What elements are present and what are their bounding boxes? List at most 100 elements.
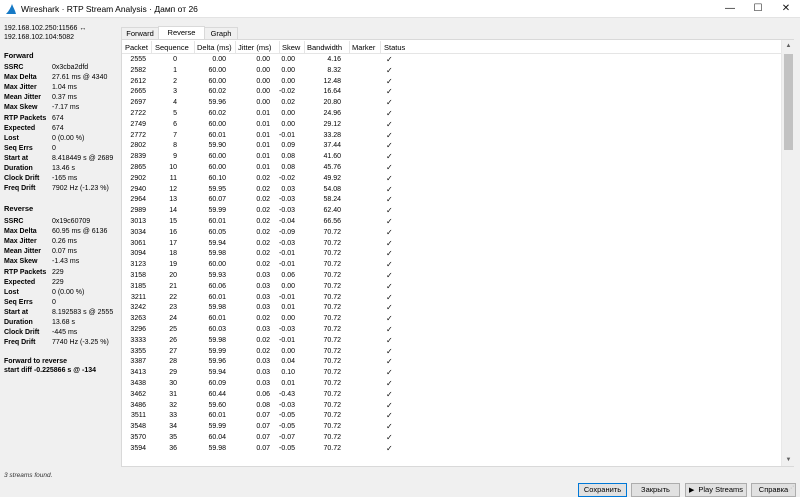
stat-row: Max Delta 60.95 ms @ 6136 bbox=[4, 228, 126, 238]
table-row[interactable]: 3158 20 59.93 0.03 0.06 70.72 ✓ bbox=[122, 271, 781, 282]
stat-label: Freq Drift bbox=[4, 339, 36, 347]
table-row[interactable]: 2582 1 60.00 0.00 0.00 8.32 ✓ bbox=[122, 66, 781, 77]
scroll-down-arrow-icon[interactable]: ▼ bbox=[782, 454, 795, 466]
cell-packet: 2940 bbox=[130, 185, 146, 193]
table-row[interactable]: 2697 4 59.96 0.00 0.02 20.80 ✓ bbox=[122, 98, 781, 109]
table-row[interactable]: 3263 24 60.01 0.02 0.00 70.72 ✓ bbox=[122, 314, 781, 325]
cell-bandwidth: 70.72 bbox=[323, 358, 341, 366]
cell-packet: 3296 bbox=[130, 326, 146, 333]
stat-row: Seq Errs 0 bbox=[4, 299, 126, 309]
table-row[interactable]: 3061 17 59.94 0.02 -0.03 70.72 ✓ bbox=[122, 239, 781, 250]
cell-sequence: 32 bbox=[169, 401, 177, 409]
scroll-thumb[interactable] bbox=[784, 54, 793, 150]
col-delta[interactable]: Delta (ms) bbox=[197, 43, 232, 52]
cell-skew: 0.08 bbox=[281, 153, 295, 161]
table-row[interactable]: 3123 19 60.00 0.02 -0.01 70.72 ✓ bbox=[122, 260, 781, 271]
close-window-button[interactable]: ✕ bbox=[772, 0, 800, 18]
col-marker[interactable]: Marker bbox=[352, 43, 375, 52]
table-row[interactable]: 2902 11 60.10 0.02 -0.02 49.92 ✓ bbox=[122, 174, 781, 185]
status-ok-icon: ✓ bbox=[386, 389, 393, 399]
stat-label: SSRC bbox=[4, 218, 24, 225]
table-row[interactable]: 3034 16 60.05 0.02 -0.09 70.72 ✓ bbox=[122, 228, 781, 239]
cell-jitter: 0.07 bbox=[256, 444, 270, 452]
table-row[interactable]: 3570 35 60.04 0.07 -0.07 70.72 ✓ bbox=[122, 433, 781, 444]
table-row[interactable]: 3548 34 59.99 0.07 -0.05 70.72 ✓ bbox=[122, 422, 781, 433]
col-sequence[interactable]: Sequence bbox=[155, 43, 189, 52]
cell-packet: 2722 bbox=[130, 110, 146, 117]
table-row[interactable]: 3185 21 60.06 0.03 0.00 70.72 ✓ bbox=[122, 282, 781, 293]
maximize-button[interactable]: ☐ bbox=[744, 0, 772, 18]
cell-jitter: 0.02 bbox=[256, 261, 270, 269]
status-ok-icon: ✓ bbox=[386, 227, 393, 237]
cell-sequence: 27 bbox=[169, 347, 177, 355]
cell-sequence: 16 bbox=[169, 228, 177, 236]
table-row[interactable]: 3333 26 59.98 0.02 -0.01 70.72 ✓ bbox=[122, 336, 781, 347]
cell-delta: 59.90 bbox=[208, 142, 226, 150]
stat-row: Max Jitter 1.04 ms bbox=[4, 84, 126, 94]
table-row[interactable]: 3242 23 59.98 0.03 0.01 70.72 ✓ bbox=[122, 303, 781, 314]
table-row[interactable]: 3511 33 60.01 0.07 -0.05 70.72 ✓ bbox=[122, 411, 781, 422]
stat-row: RTP Packets 674 bbox=[4, 115, 126, 125]
table-row[interactable]: 2802 8 59.90 0.01 0.09 37.44 ✓ bbox=[122, 141, 781, 152]
status-ok-icon: ✓ bbox=[386, 271, 393, 280]
table-row[interactable]: 2722 5 60.02 0.01 0.00 24.96 ✓ bbox=[122, 109, 781, 120]
play-streams-button[interactable]: ▶ Play Streams bbox=[685, 483, 747, 497]
vertical-scrollbar[interactable]: ▲ ▼ bbox=[781, 40, 794, 466]
save-button[interactable]: Сохранить bbox=[578, 483, 627, 497]
cell-sequence: 12 bbox=[169, 185, 177, 193]
table-row[interactable]: 2865 10 60.00 0.01 0.08 45.76 ✓ bbox=[122, 163, 781, 174]
table-row[interactable]: 2940 12 59.95 0.02 0.03 54.08 ✓ bbox=[122, 185, 781, 196]
close-button[interactable]: Закрыть bbox=[631, 483, 680, 497]
table-row[interactable]: 3387 28 59.96 0.03 0.04 70.72 ✓ bbox=[122, 357, 781, 368]
stat-label: Duration bbox=[4, 165, 33, 172]
table-row[interactable]: 3094 18 59.98 0.02 -0.01 70.72 ✓ bbox=[122, 249, 781, 260]
col-skew[interactable]: Skew bbox=[282, 43, 300, 52]
table-row[interactable]: 2555 0 0.00 0.00 0.00 4.16 ✓ bbox=[122, 55, 781, 66]
cell-packet: 3263 bbox=[130, 315, 146, 323]
cell-packet: 2802 bbox=[130, 142, 146, 150]
table-row[interactable]: 2964 13 60.07 0.02 -0.03 58.24 ✓ bbox=[122, 195, 781, 206]
table-row[interactable]: 3462 31 60.44 0.06 -0.43 70.72 ✓ bbox=[122, 390, 781, 401]
table-row[interactable]: 2772 7 60.01 0.01 -0.01 33.28 ✓ bbox=[122, 131, 781, 142]
status-ok-icon: ✓ bbox=[386, 335, 393, 345]
col-jitter[interactable]: Jitter (ms) bbox=[238, 43, 271, 52]
cell-packet: 2865 bbox=[130, 164, 146, 171]
cell-packet: 3511 bbox=[130, 412, 146, 420]
table-row[interactable]: 2989 14 59.99 0.02 -0.03 62.40 ✓ bbox=[122, 206, 781, 217]
cell-skew: -0.04 bbox=[279, 218, 295, 225]
table-row[interactable]: 2612 2 60.00 0.00 0.00 12.48 ✓ bbox=[122, 77, 781, 88]
cell-jitter: 0.03 bbox=[256, 282, 270, 290]
table-row[interactable]: 3296 25 60.03 0.03 -0.03 70.72 ✓ bbox=[122, 325, 781, 336]
table-row[interactable]: 2839 9 60.00 0.01 0.08 41.60 ✓ bbox=[122, 152, 781, 163]
stat-label: Lost bbox=[4, 288, 19, 296]
table-row[interactable]: 3594 36 59.98 0.07 -0.05 70.72 ✓ bbox=[122, 444, 781, 455]
table-row[interactable]: 3355 27 59.99 0.02 0.00 70.72 ✓ bbox=[122, 347, 781, 358]
table-row[interactable]: 3013 15 60.01 0.02 -0.04 66.56 ✓ bbox=[122, 217, 781, 228]
cell-jitter: 0.03 bbox=[256, 326, 270, 333]
cell-packet: 3438 bbox=[130, 380, 146, 387]
cell-bandwidth: 66.56 bbox=[323, 218, 341, 225]
stat-row: SSRC 0x3cba2dfd bbox=[4, 64, 126, 74]
stat-row: RTP Packets 229 bbox=[4, 269, 126, 279]
status-ok-icon: ✓ bbox=[386, 379, 393, 388]
table-row[interactable]: 3438 30 60.09 0.03 0.01 70.72 ✓ bbox=[122, 379, 781, 390]
stat-label: Lost bbox=[4, 134, 19, 142]
cell-skew: -0.01 bbox=[279, 131, 295, 139]
table-row[interactable]: 3486 32 59.60 0.08 -0.03 70.72 ✓ bbox=[122, 401, 781, 412]
table-row[interactable]: 2665 3 60.02 0.00 -0.02 16.64 ✓ bbox=[122, 87, 781, 98]
resize-grip-icon[interactable]: ⋰ bbox=[788, 486, 798, 497]
col-packet[interactable]: Packet bbox=[125, 43, 148, 52]
col-bandwidth[interactable]: Bandwidth bbox=[307, 43, 342, 52]
cell-skew: -0.03 bbox=[279, 401, 295, 409]
cell-packet: 3548 bbox=[130, 423, 146, 431]
table-header: Packet Sequence Delta (ms) Jitter (ms) S… bbox=[122, 40, 781, 54]
forward-heading: Forward bbox=[4, 51, 34, 60]
cell-delta: 60.07 bbox=[208, 196, 226, 204]
col-status[interactable]: Status bbox=[384, 43, 405, 52]
table-row[interactable]: 2749 6 60.00 0.01 0.00 29.12 ✓ bbox=[122, 120, 781, 131]
scroll-up-arrow-icon[interactable]: ▲ bbox=[782, 40, 795, 52]
table-row[interactable]: 3413 29 59.94 0.03 0.10 70.72 ✓ bbox=[122, 368, 781, 379]
table-row[interactable]: 3211 22 60.01 0.03 -0.01 70.72 ✓ bbox=[122, 293, 781, 304]
play-streams-label: Play Streams bbox=[698, 485, 743, 494]
minimize-button[interactable]: — bbox=[716, 0, 744, 18]
